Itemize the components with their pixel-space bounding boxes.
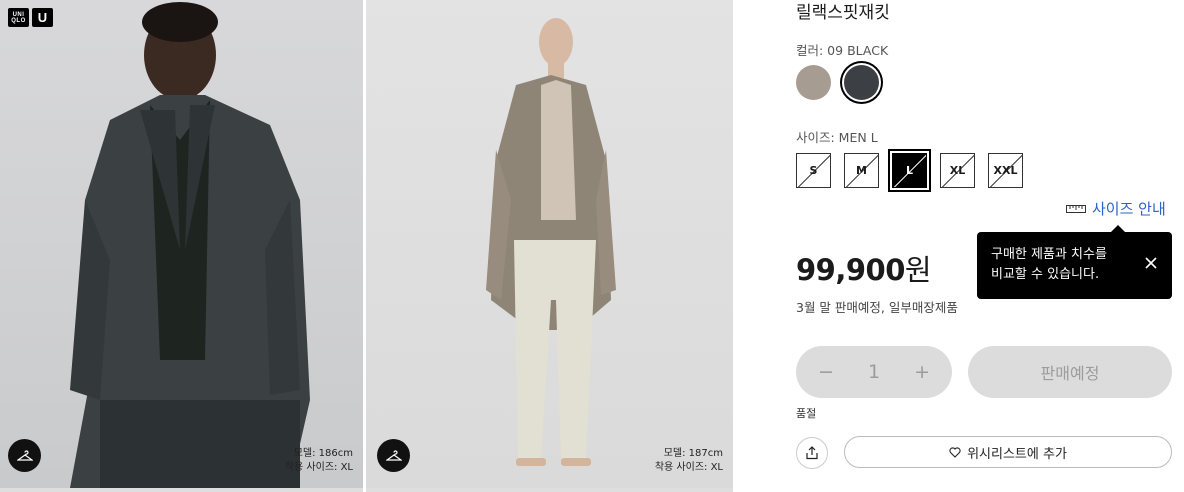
size-text: L [905, 164, 913, 177]
model-height: 모델: 187cm [663, 448, 723, 459]
gallery-next-row [0, 488, 363, 492]
gallery-next-row-2 [366, 488, 733, 492]
model-image-2 [486, 18, 616, 466]
size-option-l[interactable]: L [888, 149, 931, 192]
hanger-button[interactable] [8, 439, 41, 472]
price-unit: 원 [904, 253, 932, 287]
heart-icon [949, 446, 961, 458]
color-label: 컬러: 09 BLACK [796, 43, 889, 58]
model-caption-2: 모델: 187cm 착용 사이즈: XL [655, 447, 723, 475]
tooltip-line-2: 비교할 수 있습니다. [991, 267, 1100, 282]
size-text: XL [949, 164, 966, 177]
size-text: M [856, 164, 867, 177]
share-icon [806, 446, 818, 460]
size-guide-link[interactable]: 사이즈 안내 [1066, 198, 1166, 219]
product-photo-front[interactable]: UNI QLO U 모델: 186cm 착용 사이즈: XL [0, 0, 363, 488]
size-text: XXL [993, 164, 1018, 177]
quantity-stepper: − 1 + [796, 346, 952, 398]
model-size: 착용 사이즈: XL [654, 462, 723, 473]
hanger-icon [385, 449, 402, 461]
model-size: 착용 사이즈: XL [284, 462, 353, 473]
size-option-xxl[interactable]: XXL [988, 153, 1023, 188]
size-tooltip: 구매한 제품과 치수를 비교할 수 있습니다. [977, 225, 1172, 299]
price-number: 99,900 [796, 253, 905, 287]
plus-icon[interactable]: + [914, 361, 930, 383]
share-button[interactable] [796, 437, 828, 469]
hanger-icon [16, 449, 33, 461]
minus-icon[interactable]: − [818, 361, 834, 383]
stock-status: 품절 [796, 407, 817, 420]
size-guide-label: 사이즈 안내 [1092, 200, 1166, 218]
ruler-icon [1066, 204, 1086, 213]
size-option-s[interactable]: S [796, 153, 831, 188]
uniqlo-logo[interactable]: UNI QLO [8, 8, 29, 27]
color-swatch-black[interactable] [844, 65, 879, 100]
product-photo-full[interactable]: 모델: 187cm 착용 사이즈: XL [366, 0, 733, 488]
model-height: 모델: 186cm [293, 448, 353, 459]
uniqlo-logo-text: UNI QLO [11, 11, 26, 24]
wishlist-button[interactable]: 위시리스트에 추가 [844, 436, 1172, 468]
model-image-1 [70, 2, 310, 488]
coming-soon-button[interactable]: 판매예정 [968, 346, 1172, 398]
wishlist-label: 위시리스트에 추가 [967, 446, 1067, 462]
hanger-button-2[interactable] [377, 439, 410, 472]
size-label: 사이즈: MEN L [796, 130, 878, 145]
size-text: S [809, 164, 818, 177]
size-option-xl[interactable]: XL [940, 153, 975, 188]
size-option-m[interactable]: M [844, 153, 879, 188]
uniqlo-u-logo-text: U [37, 10, 48, 25]
quantity-value: 1 [867, 361, 881, 383]
tooltip-line-1: 구매한 제품과 치수를 [991, 247, 1107, 262]
model-caption-1: 모델: 186cm 착용 사이즈: XL [285, 447, 353, 475]
product-title: 릴랙스핏재킷 [796, 3, 890, 23]
color-swatch-beige[interactable] [796, 65, 831, 100]
price: 99,900원 [796, 247, 932, 289]
sale-note: 3월 말 판매예정, 일부매장제품 [796, 300, 958, 315]
close-icon[interactable] [1144, 256, 1158, 270]
uniqlo-u-logo[interactable]: U [32, 8, 53, 27]
